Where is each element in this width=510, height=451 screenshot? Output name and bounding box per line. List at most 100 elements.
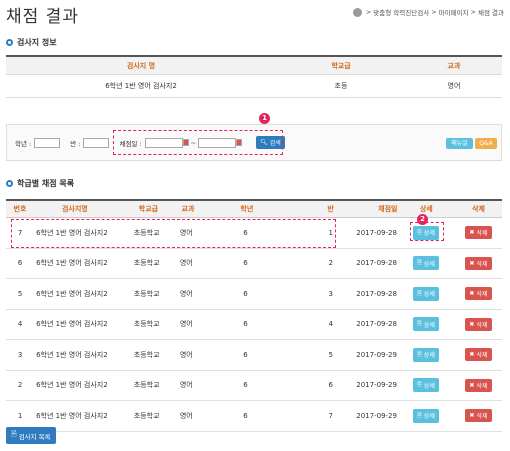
breadcrumb-item[interactable]: 맞춤형 학력진단검사 (373, 7, 429, 17)
class-input[interactable] (83, 137, 110, 148)
table-cell: 6 (243, 259, 248, 268)
table-cell: 7 (328, 411, 333, 420)
close-icon: ✖︎ (469, 290, 475, 298)
list-header: 번호 검사지명 학교급 교과 학년 반 채점일 상세 삭제 (6, 201, 502, 218)
table-cell: 3 (17, 350, 23, 359)
detail-button[interactable]: 🗎︎ 상세 (412, 286, 439, 301)
list-title: 학급별 채점 목록 (6, 178, 74, 189)
document-icon: 🗎︎ (416, 320, 422, 328)
delete-button[interactable]: ✖︎ 삭제 (465, 256, 492, 270)
table-cell: 2 (328, 259, 333, 268)
table-cell: 6학년 1반 영어 검사지2 (36, 381, 108, 390)
table-cell: 2017-09-28 (356, 228, 397, 237)
table-cell: 2017-09-28 (356, 320, 397, 329)
table-cell: 초등학교 (133, 259, 160, 268)
close-icon: ✖︎ (469, 351, 475, 359)
document-icon: 🗎︎ (416, 381, 422, 389)
table-row: 5 6학년 1반 영어 검사지2 초등학교 영어 6 3 2017-09-28 🗎︎ 상세 ✖︎ 삭… (6, 279, 502, 310)
table-cell: 2017-09-29 (356, 411, 397, 420)
table-row: 1 6학년 1반 영어 검사지2 초등학교 영어 6 7 2017-09-29 🗎︎ 상세 ✖︎ 삭… (6, 401, 502, 432)
table-cell: 영어 (179, 411, 193, 420)
document-icon: 🗎︎ (416, 350, 422, 358)
table-cell: 영어 (179, 320, 193, 329)
table-cell: 초등학교 (133, 320, 160, 329)
table-cell: 2017-09-29 (356, 350, 397, 359)
delete-button[interactable]: ✖︎ 삭제 (465, 409, 492, 423)
table-cell: 영어 (179, 289, 193, 298)
table-cell: 2017-09-29 (356, 381, 397, 390)
table-cell: 2017-09-28 (356, 259, 397, 268)
exam-info-title: 검사지 정보 (6, 37, 57, 48)
table-cell: 3 (328, 289, 333, 298)
table-cell: 6학년 1반 영어 검사지2 (36, 289, 108, 298)
table-cell: 영어 (179, 381, 193, 390)
qa-button[interactable]: Q&A (475, 138, 497, 149)
manual-button[interactable]: 매뉴얼 (446, 138, 473, 149)
delete-button[interactable]: ✖︎ 삭제 (465, 287, 492, 301)
table-cell: 6 (243, 320, 248, 329)
table-row: 2 6학년 1반 영어 검사지2 초등학교 영어 6 6 2017-09-29 🗎︎ 상세 ✖︎ 삭… (6, 371, 502, 401)
circle-bullet-icon (6, 180, 13, 187)
detail-button[interactable]: 🗎︎ 상세 (412, 317, 439, 332)
table-cell: 6 (243, 289, 248, 298)
table-cell: 6 (243, 381, 248, 390)
close-icon: ✖︎ (469, 412, 475, 420)
page-title: 채점 결과 (6, 7, 79, 27)
table-cell: 영어 (179, 259, 193, 268)
table-cell: 초등학교 (133, 381, 160, 390)
circle-bullet-icon (6, 39, 13, 46)
document-icon: 🗎︎ (416, 289, 422, 297)
document-icon: 🗎︎ (11, 430, 17, 438)
detail-highlight (410, 222, 444, 241)
date-filter-highlight (113, 130, 283, 155)
table-cell: 6학년 1반 영어 검사지2 (36, 411, 108, 420)
table-row: 3 6학년 1반 영어 검사지2 초등학교 영어 6 5 2017-09-29 🗎︎ 상세 ✖︎ 삭… (6, 340, 502, 371)
delete-button[interactable]: ✖︎ 삭제 (465, 226, 492, 240)
table-cell: 6 (243, 350, 248, 359)
breadcrumb-item: 채점 결과 (478, 9, 504, 17)
breadcrumb-item[interactable]: 마이페이지 (439, 7, 469, 17)
table-cell: 5 (17, 289, 23, 298)
breadcrumb: > 맞춤형 학력진단검사 > 마이페이지 > 채점 결과 (352, 7, 504, 17)
table-cell: 6 (243, 411, 248, 420)
grade-label: 학년 : (15, 139, 32, 148)
close-icon: ✖︎ (469, 259, 475, 267)
row-highlight (11, 219, 336, 248)
document-icon: 🗎︎ (416, 411, 422, 419)
exam-info-header: 검사지 명 학교급 교과 (6, 57, 502, 75)
detail-button[interactable]: 🗎︎ 상세 (412, 378, 439, 393)
exam-info-row: 6학년 1반 영어 검사지2 초등 영어 (6, 75, 502, 98)
close-icon: ✖︎ (469, 320, 475, 328)
home-icon[interactable] (352, 7, 362, 17)
table-cell: 6 (328, 381, 333, 390)
detail-button[interactable]: 🗎︎ 상세 (412, 347, 439, 362)
class-label: 반 : (70, 139, 81, 148)
delete-button[interactable]: ✖︎ 삭제 (465, 348, 492, 362)
table-cell: 초등학교 (133, 411, 160, 420)
table-cell: 1 (17, 411, 23, 420)
table-cell: 2 (17, 381, 23, 390)
grade-input[interactable] (34, 137, 61, 148)
table-cell: 2017-09-28 (356, 289, 397, 298)
table-cell: 초등학교 (133, 289, 160, 298)
table-cell: 6학년 1반 영어 검사지2 (36, 320, 108, 329)
table-cell: 초등학교 (133, 350, 160, 359)
exam-info-table: 검사지 명 학교급 교과 6학년 1반 영어 검사지2 초등 영어 (6, 55, 502, 98)
exam-list-button[interactable]: 🗎︎ 검사지 목록 (6, 427, 56, 444)
detail-button[interactable]: 🗎︎ 상세 (412, 256, 439, 271)
delete-button[interactable]: ✖︎ 삭제 (465, 378, 492, 392)
table-cell: 4 (328, 320, 333, 329)
document-icon: 🗎︎ (416, 259, 422, 267)
table-cell: 6 (17, 259, 23, 268)
step-marker-2: 2 (417, 214, 428, 225)
table-cell: 4 (17, 320, 23, 329)
table-cell: 6학년 1반 영어 검사지2 (36, 350, 108, 359)
delete-button[interactable]: ✖︎ 삭제 (465, 317, 492, 331)
close-icon: ✖︎ (469, 381, 475, 389)
table-row: 4 6학년 1반 영어 검사지2 초등학교 영어 6 4 2017-09-28 🗎︎ 상세 ✖︎ 삭… (6, 310, 502, 340)
table-row: 6 6학년 1반 영어 검사지2 초등학교 영어 6 2 2017-09-28 🗎︎ 상세 ✖︎ 삭… (6, 249, 502, 279)
step-marker-1: 1 (259, 113, 270, 124)
table-cell: 5 (328, 350, 333, 359)
detail-button[interactable]: 🗎︎ 상세 (412, 408, 439, 423)
close-icon: ✖︎ (469, 229, 475, 237)
